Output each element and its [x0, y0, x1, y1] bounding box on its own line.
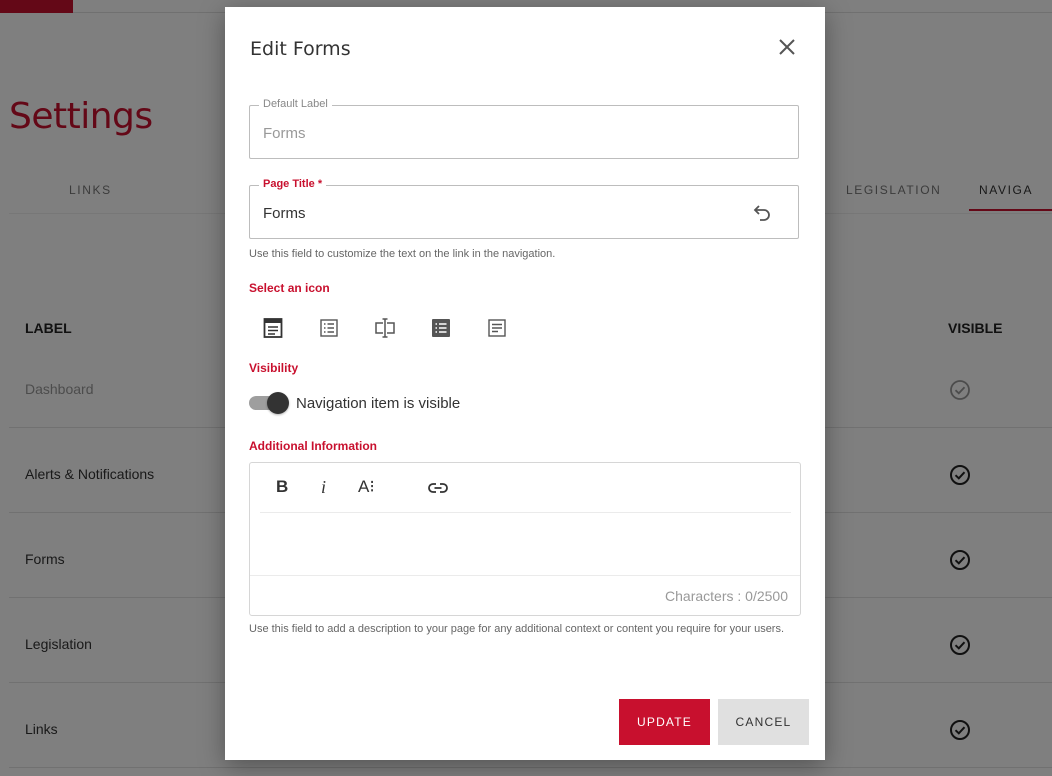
document-icon[interactable]	[485, 316, 509, 340]
cancel-button[interactable]: CANCEL	[718, 699, 809, 745]
character-count: Characters : 0/2500	[665, 588, 788, 604]
additional-info-label: Additional Information	[249, 439, 377, 453]
additional-info-help-text: Use this field to add a description to y…	[249, 623, 785, 635]
rich-text-editor: B i A⁝ Characters : 0/2500	[249, 462, 801, 616]
update-button[interactable]: UPDATE	[619, 699, 710, 745]
bold-button[interactable]: B	[276, 477, 288, 499]
toggle-thumb	[267, 392, 289, 414]
checklist-icon[interactable]	[317, 316, 341, 340]
page-title-value: Forms	[263, 205, 306, 222]
page-title-field[interactable]: Page Title * Forms	[249, 178, 799, 239]
font-size-button[interactable]: A⁝	[358, 477, 375, 499]
page-title-legend: Page Title *	[259, 178, 327, 190]
edit-forms-dialog: Edit Forms Default Label Forms Page Titl…	[225, 7, 825, 760]
undo-icon[interactable]	[751, 201, 775, 225]
italic-button[interactable]: i	[321, 477, 326, 499]
list-box-icon[interactable]	[429, 316, 453, 340]
default-label-legend: Default Label	[259, 98, 332, 110]
editor-text-area[interactable]	[250, 513, 800, 575]
dialog-title: Edit Forms	[250, 38, 351, 60]
default-label-field[interactable]: Default Label Forms	[249, 98, 799, 159]
page-title-help-text: Use this field to customize the text on …	[249, 248, 556, 260]
text-field-icon[interactable]	[373, 316, 397, 340]
close-icon[interactable]	[775, 35, 799, 59]
default-label-value: Forms	[263, 125, 306, 142]
form-icon[interactable]	[261, 316, 285, 340]
link-icon[interactable]	[426, 476, 450, 498]
select-icon-label: Select an icon	[249, 281, 330, 295]
visibility-toggle[interactable]	[249, 392, 289, 414]
visibility-label: Visibility	[249, 361, 299, 375]
editor-footer: Characters : 0/2500	[250, 575, 800, 616]
visibility-toggle-label: Navigation item is visible	[296, 395, 461, 412]
